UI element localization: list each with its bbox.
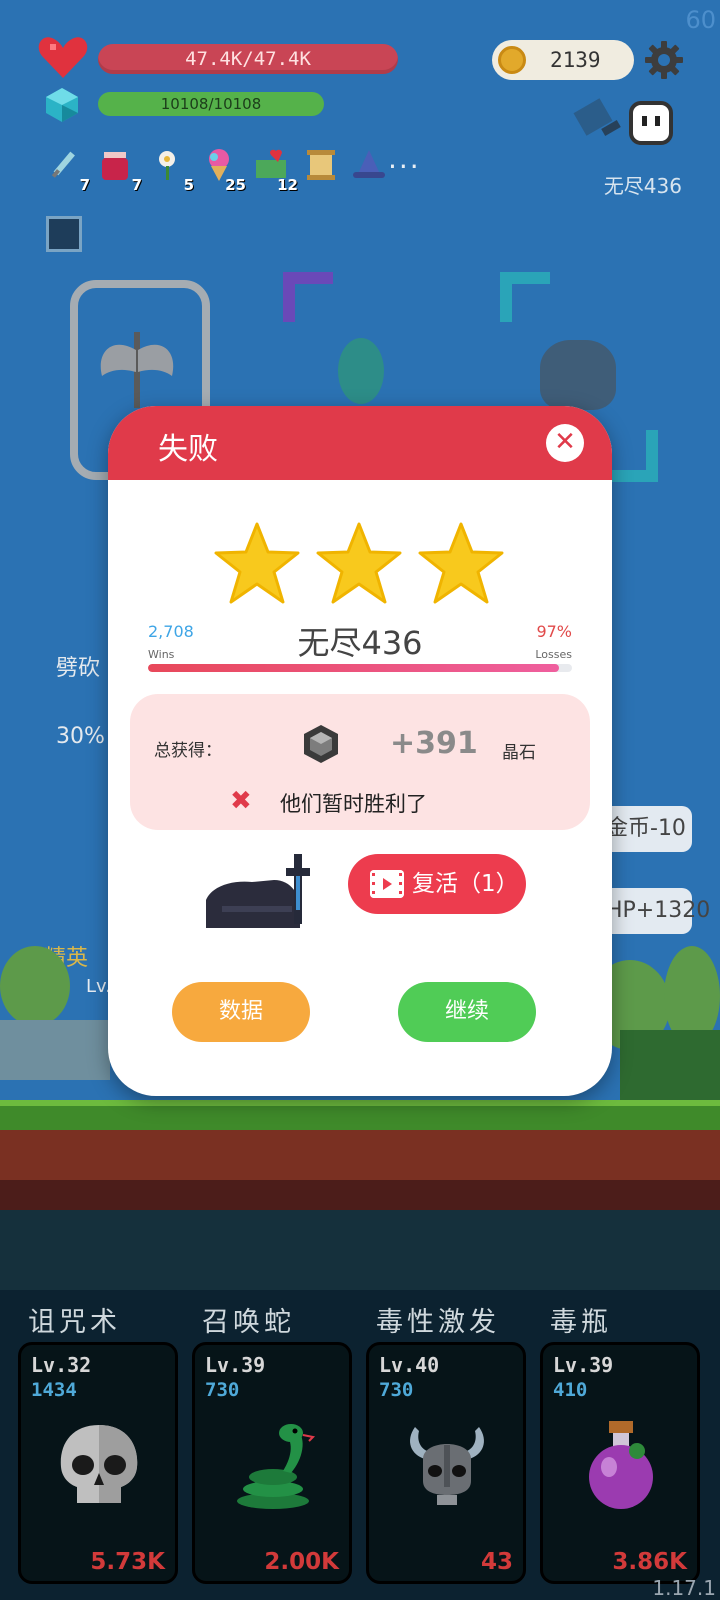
- star-icon: [418, 522, 504, 604]
- skill-level: Lv.32: [31, 1353, 92, 1377]
- scroll-icon: [307, 150, 335, 180]
- skill-panel-band: [0, 1210, 720, 1290]
- losses-value: 97%: [536, 622, 572, 641]
- skill-cost: 1434: [31, 1379, 77, 1401]
- skill-card-poison-flask[interactable]: Lv.39 410 3.86K: [540, 1342, 700, 1584]
- fence: [0, 1020, 110, 1080]
- more-items-button[interactable]: ···: [388, 150, 421, 183]
- coin-icon: [498, 46, 526, 74]
- enemy-slot-frame: [500, 272, 550, 322]
- ghost-icon[interactable]: [628, 100, 674, 146]
- jam-jar-icon: [102, 152, 128, 180]
- continue-button[interactable]: 继续: [398, 982, 536, 1042]
- reward-unit: 晶石: [502, 743, 536, 763]
- star-icon: [316, 522, 402, 604]
- skull-icon: [60, 1425, 138, 1503]
- buff-icon[interactable]: [46, 216, 82, 252]
- ground-dirt: [0, 1130, 720, 1180]
- stats-button[interactable]: 数据: [172, 982, 310, 1042]
- mana-crystal-icon: [46, 88, 78, 122]
- skill-card-poison-burst[interactable]: Lv.40 730 43: [366, 1342, 526, 1584]
- dialog-title: 失败: [158, 432, 218, 467]
- heart-icon: [38, 37, 88, 78]
- item-wizard-hat[interactable]: [350, 146, 390, 194]
- skill-value: 43: [480, 1549, 513, 1575]
- skill-name-curse: 诅咒术: [28, 1307, 121, 1338]
- item-cash-heart[interactable]: 12: [252, 146, 298, 194]
- wizard-hat-icon: [353, 150, 385, 178]
- skill-card-summon-snake[interactable]: Lv.39 730 2.00K: [192, 1342, 352, 1584]
- item-syringe[interactable]: 7: [44, 146, 90, 194]
- cleaver-icon[interactable]: [572, 98, 624, 148]
- settings-gear-icon[interactable]: [644, 40, 684, 80]
- poison-flask-icon: [589, 1421, 653, 1509]
- skill-value: 2.00K: [264, 1549, 339, 1575]
- reward-pill-hp: HP+1320: [600, 888, 710, 934]
- item-jam-jar[interactable]: 7: [96, 146, 142, 194]
- flower-icon: [159, 151, 175, 180]
- mana-bar: 10108/10108: [98, 92, 324, 116]
- win-loss-progress: [148, 664, 572, 672]
- reward-amount: +391: [390, 726, 478, 761]
- skill-cost: 410: [553, 1379, 588, 1401]
- ground-grass: [0, 1100, 720, 1130]
- defeat-dialog: 失败 ✕ 2,708 Wins 无尽436 97% Losses 总获得： +3…: [108, 406, 612, 1096]
- syringe-icon: [51, 151, 75, 178]
- battle-axe-icon: [100, 332, 174, 408]
- skill-level: Lv.40: [379, 1353, 440, 1377]
- tree: [0, 946, 70, 1026]
- enemy-slot-frame: [606, 430, 658, 482]
- close-button[interactable]: ✕: [546, 424, 584, 462]
- skill-name-poison-burst: 毒性激发: [376, 1307, 500, 1338]
- skill-name-summon-snake: 召唤蛇: [202, 1307, 295, 1338]
- stage-label: 无尽436: [603, 174, 682, 198]
- fps-counter: 60: [685, 6, 716, 34]
- video-ad-icon: [370, 870, 404, 898]
- skill-level: Lv.39: [553, 1353, 614, 1377]
- bush: [620, 1030, 720, 1100]
- skill-level: Lv.39: [205, 1353, 266, 1377]
- skull-icon: [540, 340, 616, 410]
- losses-label: Losses: [535, 648, 572, 661]
- skill-hint-label: 劈砍: [56, 656, 101, 681]
- star-icon: [214, 522, 300, 604]
- skill-value: 5.73K: [90, 1549, 165, 1575]
- skill-hint-percent: 30%: [56, 724, 105, 749]
- item-ice-cream[interactable]: 25: [200, 146, 246, 194]
- version-label: 1.17.1: [652, 1576, 716, 1600]
- defeat-message: 他们暂时胜利了: [280, 792, 427, 816]
- skill-cost: 730: [379, 1379, 414, 1401]
- skill-value: 3.86K: [612, 1549, 687, 1575]
- egg-icon: [338, 338, 384, 404]
- hp-bar: 47.4K/47.4K: [98, 44, 398, 74]
- reward-pill-gold: 金币-10: [600, 806, 692, 852]
- cross-icon: ✖: [230, 786, 252, 816]
- skill-card-curse[interactable]: Lv.32 1434 5.73K: [18, 1342, 178, 1584]
- progress-fill: [148, 664, 560, 672]
- total-earned-label: 总获得：: [154, 741, 222, 761]
- crystal-icon: [304, 725, 338, 763]
- skill-cost: 730: [205, 1379, 240, 1401]
- viking-helmet-icon: [410, 1427, 484, 1505]
- snake-icon: [237, 1424, 316, 1509]
- item-scroll[interactable]: [302, 146, 342, 194]
- skill-name-poison-flask: 毒瓶: [550, 1307, 612, 1338]
- enemy-slot-frame: [283, 272, 333, 322]
- item-flower[interactable]: 5: [148, 146, 194, 194]
- tombstone-icon: [206, 854, 310, 928]
- ground-dirt-dark: [0, 1180, 720, 1210]
